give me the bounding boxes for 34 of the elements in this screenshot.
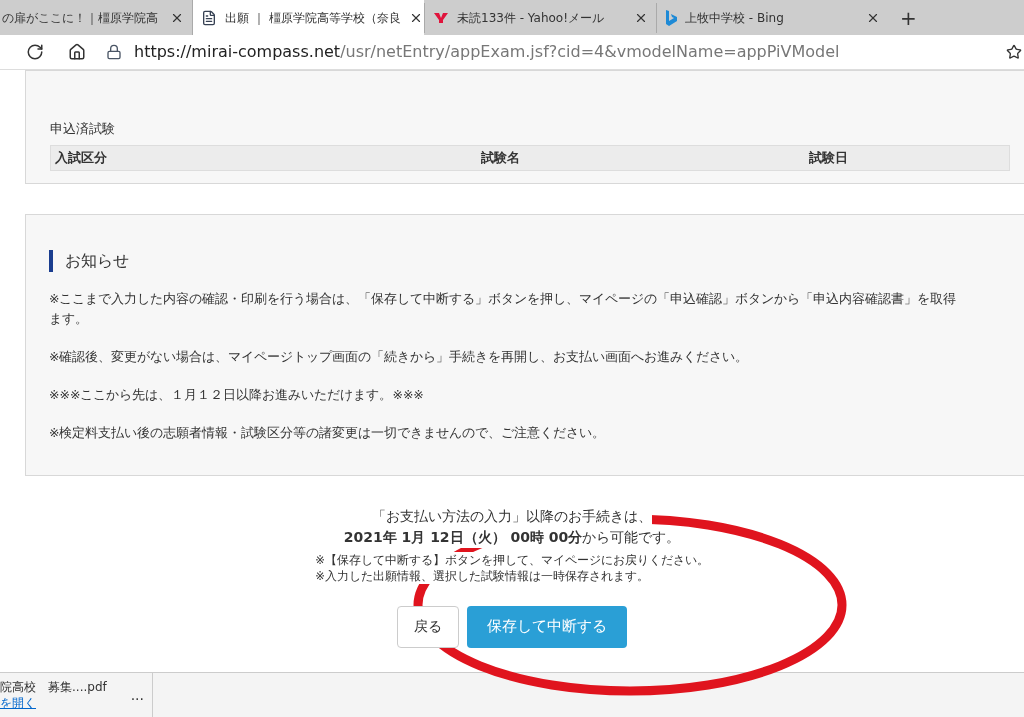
lock-icon: [106, 44, 122, 60]
column-header: 入試区分: [54, 148, 108, 167]
browser-tab[interactable]: 出願 ｜ 橿原学院高等学校（奈良: [192, 0, 424, 35]
notice-paragraph: ※ここまで入力した内容の確認・印刷を行う場合は、「保存して中断する」ボタンを押し、マイページの「申込確認」ボタンから「申込内容確認書」を取得 ます。: [49, 289, 958, 328]
browser-tab[interactable]: 上牧中学校 - Bing: [656, 3, 888, 33]
open-file-link[interactable]: を開く: [0, 695, 131, 711]
bing-logo-icon: [665, 10, 677, 26]
home-icon[interactable]: [68, 43, 86, 61]
new-tab-button[interactable]: +: [888, 3, 929, 33]
notice-paragraph: ※確認後、変更がない場合は、マイページトップ画面の「続きから」手続きを再開し、お支払い画面へお進みください。: [49, 347, 750, 366]
close-icon[interactable]: [634, 11, 648, 25]
back-button[interactable]: 戻る: [397, 605, 459, 648]
browser-tab[interactable]: 未読133件 - Yahoo!メール: [424, 3, 656, 33]
download-file-name: 院高校 募集....pdf: [0, 679, 108, 695]
tab-title: 出願 ｜ 橿原学院高等学校（奈良: [225, 9, 401, 27]
column-header: 試験名: [481, 148, 521, 167]
more-button[interactable]: ...: [130, 684, 144, 706]
close-icon[interactable]: [170, 11, 184, 25]
tab-title: 上牧中学校 - Bing: [685, 10, 785, 27]
accent-bar: [49, 249, 53, 272]
section-title: 申込済試験: [50, 120, 116, 138]
notice-title: お知らせ: [65, 249, 129, 272]
tab-title: 未読133件 - Yahoo!メール: [457, 10, 605, 27]
tab-title: の扉がここに！｜橿原学院高: [2, 10, 159, 27]
notice-paragraph: ※※※ここから先は、１月１２日以降お進みいただけます。※※※: [49, 385, 425, 404]
column-header: 試験日: [809, 148, 848, 167]
notice-paragraph: ※検定料支払い後の志願者情報・試験区分等の諸変更は一切できませんので、ご注意ください。: [49, 423, 607, 442]
close-icon[interactable]: [866, 11, 880, 25]
browser-tab[interactable]: の扉がここに！｜橿原学院高: [0, 3, 192, 33]
refresh-icon[interactable]: [26, 43, 44, 61]
url-text: https://mirai-compass.net/usr/netEntry/appExam.jsf?cid=4&vmodelName=appPiVModel: [134, 41, 840, 63]
page-icon: [201, 9, 217, 26]
yahoo-logo-icon: [433, 12, 449, 24]
favorite-icon[interactable]: [1006, 44, 1022, 60]
